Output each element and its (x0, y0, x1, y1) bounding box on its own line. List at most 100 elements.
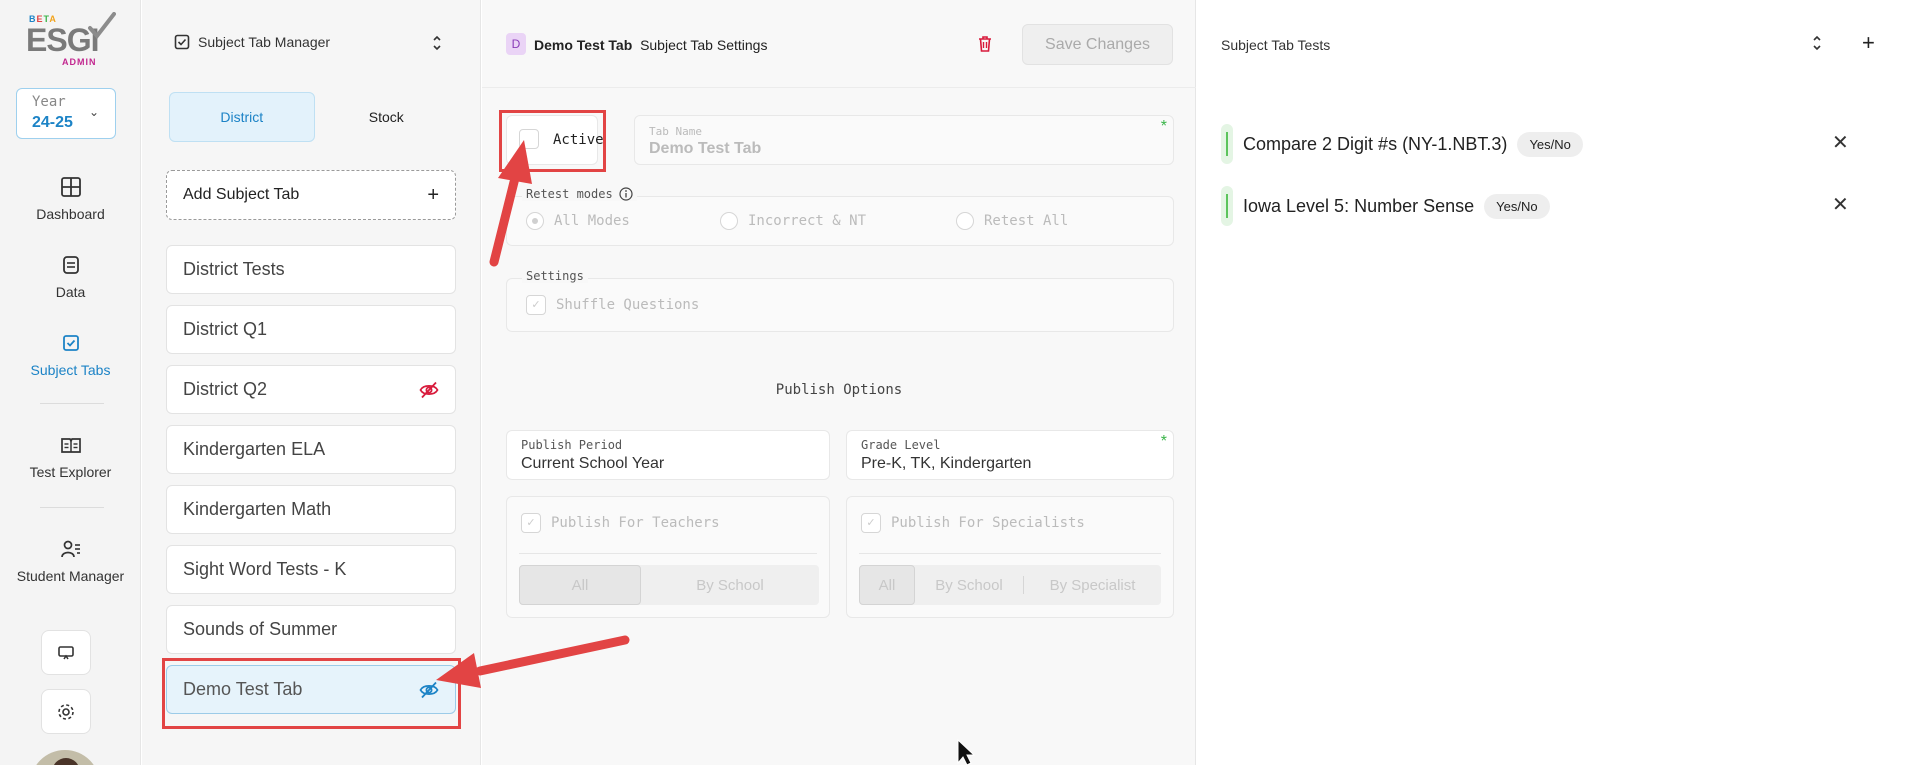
grade-level-value: Pre-K, TK, Kindergarten (861, 455, 1032, 472)
nav-data-label: Data (55, 284, 86, 300)
test-explorer-icon (60, 438, 81, 453)
subject-tab-item[interactable]: District Tests (166, 245, 456, 294)
subject-tab-item[interactable]: Kindergarten ELA (166, 425, 456, 474)
subject-tab-label: Kindergarten Math (183, 499, 332, 519)
specialist-scope-toggle: All By School By Specialist (859, 565, 1161, 605)
settings-title-suffix: Subject Tab Settings (640, 37, 768, 53)
publish-specialists-group: ✓ Publish For Specialists All By School … (846, 496, 1174, 618)
nav-dashboard[interactable]: Dashboard (0, 176, 141, 224)
subject-tab-item[interactable]: District Q1 (166, 305, 456, 354)
shuffle-label: Shuffle Questions (556, 297, 700, 313)
retest-option-retest-all[interactable]: Retest All (956, 212, 1068, 230)
nav-data[interactable]: Data (0, 254, 141, 302)
publish-period-select[interactable]: Publish Period Current School Year (506, 430, 830, 480)
subject-tab-manager-header: Subject Tab Manager (174, 34, 330, 50)
grade-level-select[interactable]: Grade Level Pre-K, TK, Kindergarten * (846, 430, 1174, 480)
divider (859, 553, 1161, 554)
nav-subject-tabs[interactable]: Subject Tabs (0, 332, 141, 380)
nav-test-explorer[interactable]: Test Explorer (0, 434, 141, 482)
radio-incorrect-nt[interactable] (720, 212, 738, 230)
nav-student-manager[interactable]: Student Manager (0, 538, 141, 586)
eye-off-icon[interactable] (419, 381, 439, 399)
retest-option-incorrect-nt[interactable]: Incorrect & NT (720, 212, 866, 230)
drag-handle[interactable] (1221, 124, 1233, 164)
logo-check-icon (88, 12, 116, 40)
specialist-scope-all[interactable]: All (859, 565, 915, 605)
nav-divider (40, 403, 104, 404)
nav-subject-tabs-label: Subject Tabs (30, 362, 111, 378)
save-changes-button[interactable]: Save Changes (1022, 24, 1173, 65)
test-name: Iowa Level 5: Number Sense (1243, 195, 1475, 216)
publish-period-label: Publish Period (521, 438, 623, 452)
radio-all-modes[interactable] (526, 212, 544, 230)
subject-tabs-icon (62, 335, 79, 351)
teacher-scope-by-school[interactable]: By School (641, 565, 819, 605)
nav-test-explorer-label: Test Explorer (29, 464, 112, 480)
year-label: Year (32, 94, 66, 110)
highlight-box (162, 658, 461, 729)
esgi-logo: BETA ESGI ADMIN (26, 12, 118, 70)
publish-specialists-label: Publish For Specialists (891, 515, 1085, 531)
subject-tab-item[interactable]: District Q2 (166, 365, 456, 414)
logo-admin: ADMIN (62, 57, 97, 67)
remove-test-close-icon[interactable]: ✕ (1832, 192, 1849, 217)
tab-name-label: Tab Name (649, 125, 702, 138)
subject-tab-tests-panel: Subject Tab Tests + Compare 2 Digit #s (… (1197, 0, 1905, 765)
drag-handle[interactable] (1221, 186, 1233, 226)
remove-test-close-icon[interactable]: ✕ (1832, 130, 1849, 155)
add-subject-tab-label: Add Subject Tab (183, 186, 300, 203)
publish-teachers-checkbox[interactable]: ✓ (521, 513, 541, 533)
test-row[interactable]: Iowa Level 5: Number Sense Yes/No (1221, 186, 1550, 226)
test-name: Compare 2 Digit #s (NY-1.NBT.3) (1243, 133, 1508, 154)
teacher-scope-toggle: All By School (519, 565, 819, 605)
subject-tab-item[interactable]: Sounds of Summer (166, 605, 456, 654)
subject-tab-label: District Tests (183, 259, 285, 279)
publish-specialists-option[interactable]: ✓ Publish For Specialists (861, 513, 1085, 533)
add-test-plus-icon[interactable]: + (1862, 30, 1875, 56)
trash-icon[interactable] (977, 35, 993, 53)
publish-specialists-checkbox[interactable]: ✓ (861, 513, 881, 533)
settings-button[interactable] (41, 689, 91, 734)
shuffle-questions-option[interactable]: ✓ Shuffle Questions (526, 295, 699, 315)
gear-icon (58, 703, 74, 720)
specialist-scope-by-school[interactable]: By School (915, 565, 1023, 605)
specialist-scope-by-specialist[interactable]: By Specialist (1024, 565, 1161, 605)
test-type-badge: Yes/No (1484, 193, 1550, 219)
retest-option-all-modes[interactable]: All Modes (526, 212, 630, 230)
subject-tab-label: Sight Word Tests - K (183, 559, 347, 579)
retest-modes-heading: Retest modes (522, 187, 637, 201)
nav-divider (40, 507, 104, 508)
radio-retest-all[interactable] (956, 212, 974, 230)
publish-teachers-option[interactable]: ✓ Publish For Teachers (521, 513, 720, 533)
presentation-button[interactable] (41, 630, 91, 675)
subject-tabs-icon (174, 34, 190, 50)
test-row[interactable]: Compare 2 Digit #s (NY-1.NBT.3) Yes/No (1221, 124, 1583, 164)
subject-tab-item[interactable]: Sight Word Tests - K (166, 545, 456, 594)
settings-group-label: Settings (522, 269, 588, 283)
subject-tab-settings-panel: D Demo Test Tab Subject Tab Settings Sav… (482, 0, 1196, 765)
test-type-badge: Yes/No (1517, 131, 1583, 157)
retest-modes-label: Retest modes (526, 187, 613, 201)
nav-student-manager-label: Student Manager (16, 568, 125, 584)
data-icon (62, 256, 79, 274)
sort-icon[interactable] (1812, 34, 1822, 52)
teacher-scope-all[interactable]: All (519, 565, 641, 605)
subject-tab-label: Kindergarten ELA (183, 439, 326, 459)
tab-name-field[interactable]: Tab Name Demo Test Tab * (634, 115, 1174, 165)
student-manager-icon (60, 540, 80, 558)
list-options-button[interactable] (432, 34, 442, 57)
add-subject-tab-button[interactable]: Add Subject Tab + (166, 170, 456, 220)
tab-name-value: Demo Test Tab (649, 140, 762, 157)
year-selector[interactable]: Year 24-25 ⌄ (16, 88, 116, 139)
left-nav-rail: BETA ESGI ADMIN Year 24-25 ⌄ Dashboard D… (0, 0, 141, 765)
subject-tab-item[interactable]: Kindergarten Math (166, 485, 456, 534)
avatar[interactable] (30, 750, 100, 765)
segment-stock[interactable]: Stock (315, 92, 459, 142)
settings-tab-name: Demo Test Tab (534, 37, 633, 53)
info-icon[interactable] (619, 187, 633, 201)
publish-teachers-label: Publish For Teachers (551, 515, 720, 531)
required-mark: * (1160, 433, 1167, 450)
shuffle-checkbox[interactable]: ✓ (526, 295, 546, 315)
monitor-icon (58, 645, 74, 659)
segment-district[interactable]: District (169, 92, 315, 142)
